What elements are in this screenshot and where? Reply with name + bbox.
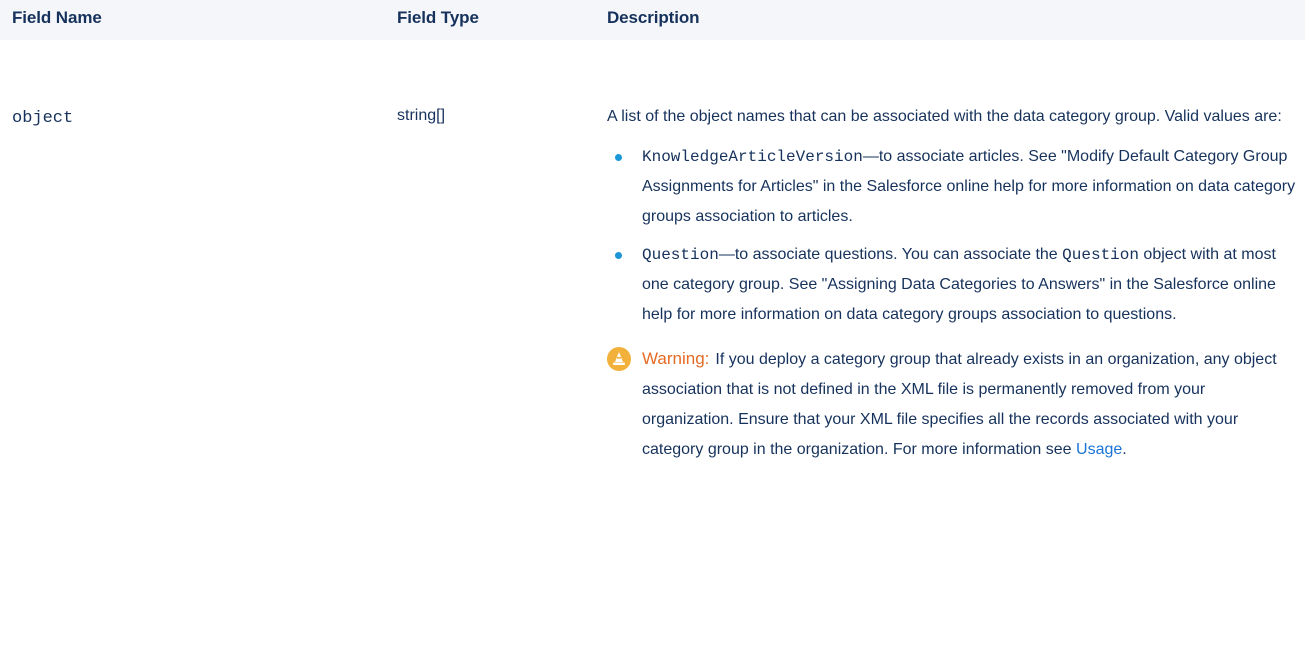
table-header-row: Field Name Field Type Description bbox=[0, 0, 1305, 40]
bullet-icon bbox=[615, 154, 622, 161]
usage-link[interactable]: Usage bbox=[1076, 441, 1122, 458]
warning-note: Warning: If you deploy a category group t… bbox=[607, 344, 1297, 465]
header-field-name: Field Name bbox=[12, 8, 102, 27]
header-description: Description bbox=[607, 8, 700, 27]
warning-label: Warning: bbox=[642, 349, 710, 368]
warning-text: If you deploy a category group that alre… bbox=[642, 351, 1277, 458]
inline-code: Question bbox=[1062, 246, 1139, 264]
bullet-icon bbox=[615, 252, 622, 259]
value-text: —to associate questions. You can associa… bbox=[718, 246, 1063, 263]
warning-cone-icon bbox=[607, 347, 631, 371]
field-name-cell: object bbox=[12, 109, 74, 128]
warning-period: . bbox=[1122, 441, 1127, 458]
value-code: Question bbox=[642, 246, 719, 264]
valid-values-list: KnowledgeArticleVersion—to associate art… bbox=[607, 142, 1297, 330]
description-intro: A list of the object names that can be a… bbox=[607, 108, 1282, 125]
field-table: Field Name Field Type Description object… bbox=[0, 0, 1305, 458]
description-cell: A list of the object names that can be a… bbox=[607, 102, 1297, 465]
field-type-cell: string[] bbox=[397, 107, 446, 124]
header-field-type: Field Type bbox=[397, 8, 479, 27]
value-code: KnowledgeArticleVersion bbox=[642, 148, 863, 166]
list-item: KnowledgeArticleVersion—to associate art… bbox=[615, 142, 1297, 232]
list-item: Question—to associate questions. You can… bbox=[615, 240, 1297, 330]
